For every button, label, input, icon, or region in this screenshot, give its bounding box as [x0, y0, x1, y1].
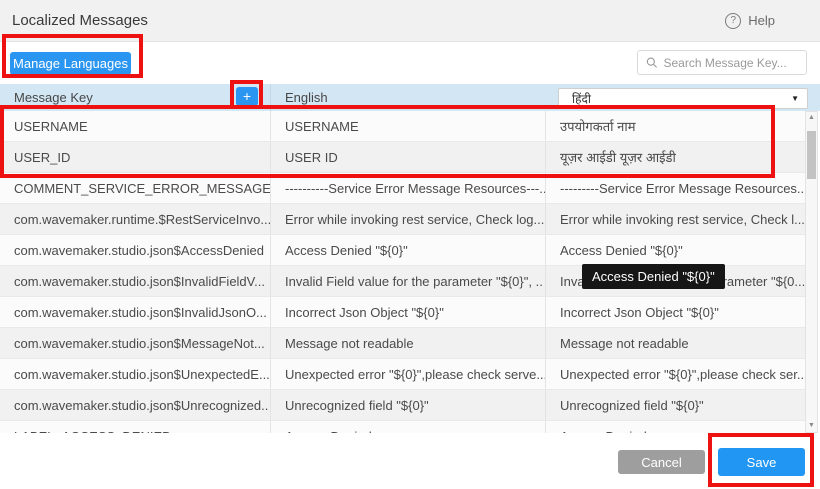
cell-translation[interactable]: Access Denied "${0}"	[545, 235, 805, 265]
cell-message-key[interactable]: com.wavemaker.studio.json$MessageNot...	[0, 328, 270, 358]
scroll-down-icon[interactable]: ▼	[806, 420, 817, 432]
cell-translation[interactable]: Message not readable	[545, 328, 805, 358]
cell-english[interactable]: USER ID	[270, 142, 545, 172]
chevron-down-icon: ▼	[791, 94, 799, 103]
table-row[interactable]: USER_ID USER ID यूज़र आईडी यूज़र आईडी	[0, 142, 805, 173]
cell-translation[interactable]: Access Denied	[545, 421, 805, 433]
cell-english[interactable]: Invalid Field value for the parameter "$…	[270, 266, 545, 296]
language-select-value: हिंदी	[572, 90, 591, 107]
cell-message-key[interactable]: com.wavemaker.studio.json$InvalidFieldV.…	[0, 266, 270, 296]
scroll-up-icon[interactable]: ▲	[806, 112, 817, 124]
cell-english[interactable]: ----------Service Error Message Resource…	[270, 173, 545, 203]
cell-message-key[interactable]: com.wavemaker.studio.json$UnexpectedE...	[0, 359, 270, 389]
table-row[interactable]: COMMENT_SERVICE_ERROR_MESSAGES ---------…	[0, 173, 805, 204]
cell-message-key[interactable]: USERNAME	[0, 111, 270, 141]
cell-english[interactable]: Incorrect Json Object "${0}"	[270, 297, 545, 327]
top-bar: Localized Messages ? Help	[0, 0, 820, 42]
cell-message-key[interactable]: USER_ID	[0, 142, 270, 172]
cell-english[interactable]: Access Denied	[270, 421, 545, 433]
search-box[interactable]	[637, 50, 807, 75]
cell-english[interactable]: Message not readable	[270, 328, 545, 358]
help-button[interactable]: ? Help	[725, 13, 775, 29]
tooltip: Access Denied "${0}"	[582, 264, 725, 289]
cell-translation[interactable]: Incorrect Json Object "${0}"	[545, 297, 805, 327]
cell-translation[interactable]: Error while invoking rest service, Check…	[545, 204, 805, 234]
cell-english[interactable]: Unrecognized field "${0}"	[270, 390, 545, 420]
add-message-key-button[interactable]: +	[236, 87, 258, 106]
cell-translation[interactable]: यूज़र आईडी यूज़र आईडी	[545, 142, 805, 172]
toolbar: Manage Languages	[0, 42, 820, 84]
table-row[interactable]: com.wavemaker.studio.json$InvalidJsonO..…	[0, 297, 805, 328]
manage-languages-button[interactable]: Manage Languages	[10, 52, 131, 75]
cell-english[interactable]: Error while invoking rest service, Check…	[270, 204, 545, 234]
column-header-message-key[interactable]: Message Key	[0, 84, 270, 111]
scrollbar-thumb[interactable]	[807, 131, 816, 179]
cell-english[interactable]: Unexpected error "${0}",please check ser…	[270, 359, 545, 389]
save-button[interactable]: Save	[718, 448, 805, 476]
cell-message-key[interactable]: COMMENT_SERVICE_ERROR_MESSAGES	[0, 173, 270, 203]
vertical-scrollbar[interactable]: ▲ ▼	[805, 111, 818, 433]
table-row[interactable]: com.wavemaker.studio.json$AccessDenied A…	[0, 235, 805, 266]
cell-translation[interactable]: ---------Service Error Message Resources…	[545, 173, 805, 203]
table-row[interactable]: com.wavemaker.studio.json$Unrecognized..…	[0, 390, 805, 421]
search-input[interactable]	[664, 56, 799, 70]
cell-message-key[interactable]: com.wavemaker.studio.json$Unrecognized..	[0, 390, 270, 420]
cell-message-key[interactable]: LABEL_ACCESS_DENIED	[0, 421, 270, 433]
cancel-button[interactable]: Cancel	[618, 450, 705, 474]
cell-english[interactable]: USERNAME	[270, 111, 545, 141]
cell-english[interactable]: Access Denied "${0}"	[270, 235, 545, 265]
table-row[interactable]: com.wavemaker.studio.json$MessageNot... …	[0, 328, 805, 359]
cell-translation[interactable]: उपयोगकर्ता नाम	[545, 111, 805, 141]
search-icon	[646, 56, 658, 69]
help-icon: ?	[725, 13, 741, 29]
table-row[interactable]: com.wavemaker.studio.json$UnexpectedE...…	[0, 359, 805, 390]
cell-translation[interactable]: Unrecognized field "${0}"	[545, 390, 805, 420]
table-row[interactable]: LABEL_ACCESS_DENIED Access Denied Access…	[0, 421, 805, 433]
cell-message-key[interactable]: com.wavemaker.studio.json$InvalidJsonO..…	[0, 297, 270, 327]
language-select[interactable]: हिंदी ▼	[558, 88, 808, 109]
page-title: Localized Messages	[12, 12, 148, 29]
table-row[interactable]: com.wavemaker.runtime.$RestServiceInvo..…	[0, 204, 805, 235]
cell-message-key[interactable]: com.wavemaker.studio.json$AccessDenied	[0, 235, 270, 265]
table-row[interactable]: USERNAME USERNAME उपयोगकर्ता नाम	[0, 111, 805, 142]
column-header-english[interactable]: English	[270, 84, 545, 111]
cell-message-key[interactable]: com.wavemaker.runtime.$RestServiceInvo..…	[0, 204, 270, 234]
plus-icon: +	[243, 88, 251, 104]
help-label: Help	[748, 13, 775, 28]
cell-translation[interactable]: Unexpected error "${0}",please check ser…	[545, 359, 805, 389]
